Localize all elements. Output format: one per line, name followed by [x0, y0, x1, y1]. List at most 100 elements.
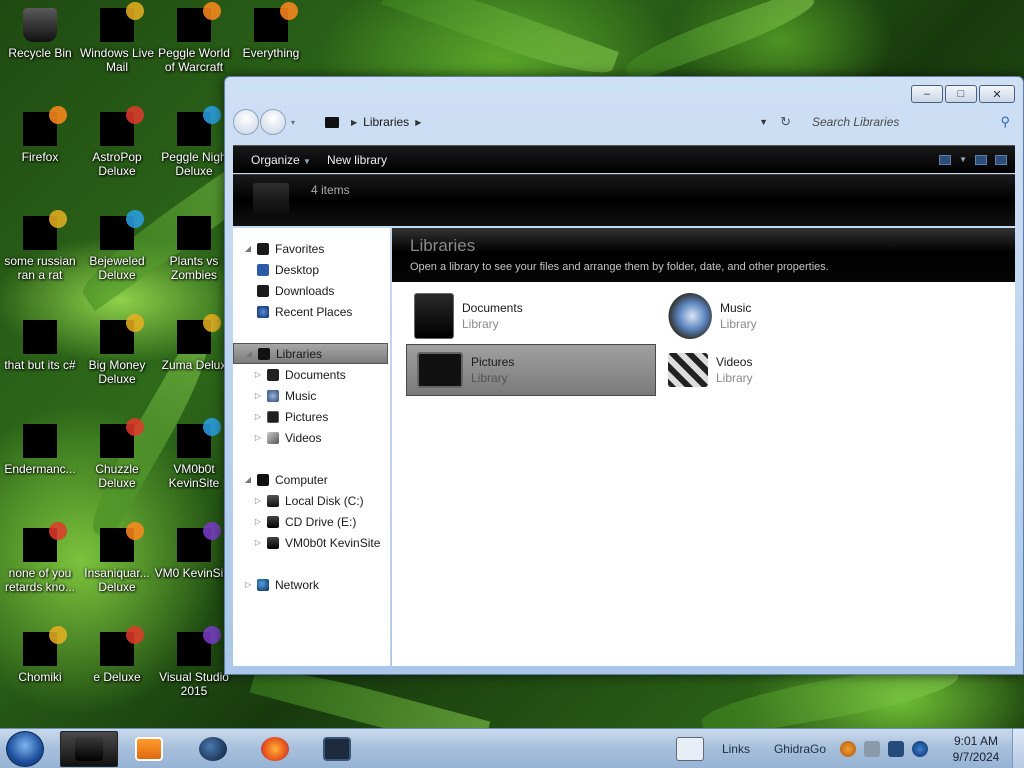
desktop-icon-zuma[interactable]: Zuma Delux	[154, 314, 234, 414]
preview-pane-icon[interactable]	[975, 154, 987, 165]
recycle-bin-icon	[23, 8, 57, 42]
desktop-icon-russian-rat[interactable]: some russian ran a rat	[0, 210, 80, 310]
taskbar-screen-app[interactable]	[308, 731, 366, 767]
tree-vm0b0t-kevinsite[interactable]: ▷ VM0b0t KevinSite	[233, 532, 390, 553]
back-button[interactable]	[233, 109, 259, 135]
desktop-icon-vm0-kevinsite[interactable]: VM0 KevinSi...	[154, 522, 234, 622]
desktop-icon-deluxe-game[interactable]: e Deluxe	[77, 626, 157, 726]
library-music[interactable]: Music Library	[658, 290, 908, 342]
tree-pictures[interactable]: ▷ Pictures	[233, 406, 390, 427]
tree-local-disk[interactable]: ▷ Local Disk (C:)	[233, 490, 390, 511]
expand-arrow-icon[interactable]: ▷	[253, 538, 263, 547]
desktop-icon-label: none of you retards kno...	[4, 566, 76, 594]
expand-arrow-icon[interactable]: ▷	[243, 580, 253, 589]
start-button[interactable]	[6, 731, 44, 767]
network-tray-icon[interactable]	[888, 741, 904, 757]
collapse-arrow-icon[interactable]: ◢	[243, 244, 253, 253]
library-pictures[interactable]: Pictures Library	[406, 344, 656, 396]
chevron-down-icon[interactable]: ▼	[959, 155, 967, 164]
tree-cd-drive[interactable]: ▷ CD Drive (E:)	[233, 511, 390, 532]
desktop-icon-recycle-bin[interactable]: Recycle Bin	[0, 2, 80, 102]
chuzzle-icon	[100, 418, 144, 458]
search-input[interactable]: Search Libraries	[812, 115, 899, 129]
desktop-icon-big-money[interactable]: Big Money Deluxe	[77, 314, 157, 414]
desktop-icon-vm0b0t-kevinsite[interactable]: VM0b0t KevinSite	[154, 418, 234, 518]
desktop-icon-label: Bejeweled Deluxe	[89, 254, 145, 282]
explorer-icon	[75, 737, 103, 761]
tree-favorites[interactable]: ◢ Favorites	[233, 238, 390, 259]
tree-computer[interactable]: ◢ Computer	[233, 469, 390, 490]
taskbar-firefox[interactable]	[246, 731, 304, 767]
desktop-icon-that-but-csharp[interactable]: that but its c#	[0, 314, 80, 414]
collapse-arrow-icon[interactable]: ◢	[243, 475, 253, 484]
tree-libraries[interactable]: ◢ Libraries	[233, 343, 388, 364]
expand-arrow-icon[interactable]: ▷	[253, 433, 263, 442]
close-button[interactable]: ✕	[979, 85, 1015, 103]
search-tray-icon[interactable]	[840, 741, 856, 757]
desktop-icon-insaniquarium[interactable]: Insaniquar... Deluxe	[77, 522, 157, 622]
tree-label: VM0b0t KevinSite	[285, 535, 381, 550]
expand-arrow-icon[interactable]: ▷	[253, 391, 263, 400]
tree-music[interactable]: ▷ Music	[233, 385, 390, 406]
breadcrumb-libraries[interactable]: Libraries	[363, 115, 409, 129]
desktop-icon-peggle-nights[interactable]: Peggle Nigh Deluxe	[154, 106, 234, 206]
desktop-icon-firefox[interactable]: Firefox	[0, 106, 80, 206]
volume-tray-icon[interactable]	[912, 741, 928, 757]
collapse-arrow-icon[interactable]: ◢	[244, 349, 254, 358]
desktop-icon-plants-vs-zombies[interactable]: Plants vs Zombies	[154, 210, 234, 310]
new-library-button[interactable]: New library	[319, 149, 395, 171]
notepad-icon[interactable]	[675, 737, 704, 761]
address-history-dropdown[interactable]: ▼	[759, 117, 768, 127]
taskbar-explorer[interactable]	[60, 731, 118, 767]
tree-videos[interactable]: ▷ Videos	[233, 427, 390, 448]
expand-arrow-icon[interactable]: ▷	[253, 370, 263, 379]
desktop-icon-endermanc[interactable]: Endermanc...	[0, 418, 80, 518]
desktop-icon-none-of-you[interactable]: none of you retards kno...	[0, 522, 80, 622]
minimize-button[interactable]: –	[911, 85, 943, 103]
chevron-right-icon[interactable]: ▶	[351, 118, 357, 127]
expand-arrow-icon[interactable]: ▷	[253, 412, 263, 421]
organize-button[interactable]: Organize ▼	[243, 149, 319, 171]
taskbar: Links GhidraGo 9:01 AM 9/7/2024	[0, 728, 1024, 768]
search-icon[interactable]: ⚲	[1000, 114, 1010, 130]
recent-pages-dropdown[interactable]: ▾	[291, 118, 301, 127]
chevron-right-icon[interactable]: ▶	[415, 118, 421, 127]
system-clock[interactable]: 9:01 AM 9/7/2024	[940, 733, 1012, 765]
game-icon	[100, 626, 144, 666]
desktop-icon-label: Peggle World of Warcraft	[158, 46, 230, 74]
desktop-icon-peggle-wow[interactable]: Peggle World of Warcraft	[154, 2, 234, 102]
desktop-icon-windows-live-mail[interactable]: Windows Live Mail	[77, 2, 157, 102]
address-bar[interactable]: ▶ Libraries ▶ ▼ ↻	[305, 110, 805, 134]
expand-arrow-icon[interactable]: ▷	[253, 517, 263, 526]
links-toolbar[interactable]: Links	[722, 742, 750, 756]
desktop-icon-label: Big Money Deluxe	[88, 358, 146, 386]
show-desktop-button[interactable]	[1012, 729, 1024, 768]
desktop-icon-label: e Deluxe	[93, 670, 141, 684]
tree-downloads[interactable]: Downloads	[233, 280, 390, 301]
tree-documents[interactable]: ▷ Documents	[233, 364, 390, 385]
desktop-icon-astropop[interactable]: AstroPop Deluxe	[77, 106, 157, 206]
expand-arrow-icon[interactable]: ▷	[253, 496, 263, 505]
help-icon[interactable]	[995, 154, 1007, 165]
command-bar: Organize ▼ New library ▼	[233, 145, 1015, 173]
change-view-icon[interactable]	[939, 154, 952, 165]
desktop-icon-visual-studio[interactable]: Visual Studio 2015	[154, 626, 234, 726]
tree-network[interactable]: ▷ Network	[233, 574, 390, 595]
library-documents[interactable]: Documents Library	[404, 290, 654, 342]
tree-recent-places[interactable]: Recent Places	[233, 301, 390, 322]
refresh-icon[interactable]: ↻	[780, 114, 791, 130]
tree-label: Recent Places	[275, 304, 353, 319]
taskbar-media-player[interactable]	[120, 731, 178, 767]
library-videos[interactable]: Videos Library	[658, 344, 908, 396]
search-box[interactable]: Search Libraries ⚲	[805, 110, 1015, 134]
maximize-button[interactable]: □	[945, 85, 977, 103]
ghidrago-toolbar[interactable]: GhidraGo	[774, 742, 826, 756]
tree-desktop[interactable]: Desktop	[233, 259, 390, 280]
forward-button[interactable]	[260, 109, 286, 135]
desktop-icon-bejeweled[interactable]: Bejeweled Deluxe	[77, 210, 157, 310]
taskbar-globe-app[interactable]	[184, 731, 242, 767]
view-controls: ▼	[939, 154, 1007, 165]
tools-tray-icon[interactable]	[864, 741, 880, 757]
desktop-icon-chomiki[interactable]: Chomiki	[0, 626, 80, 726]
desktop-icon-chuzzle[interactable]: Chuzzle Deluxe	[77, 418, 157, 518]
